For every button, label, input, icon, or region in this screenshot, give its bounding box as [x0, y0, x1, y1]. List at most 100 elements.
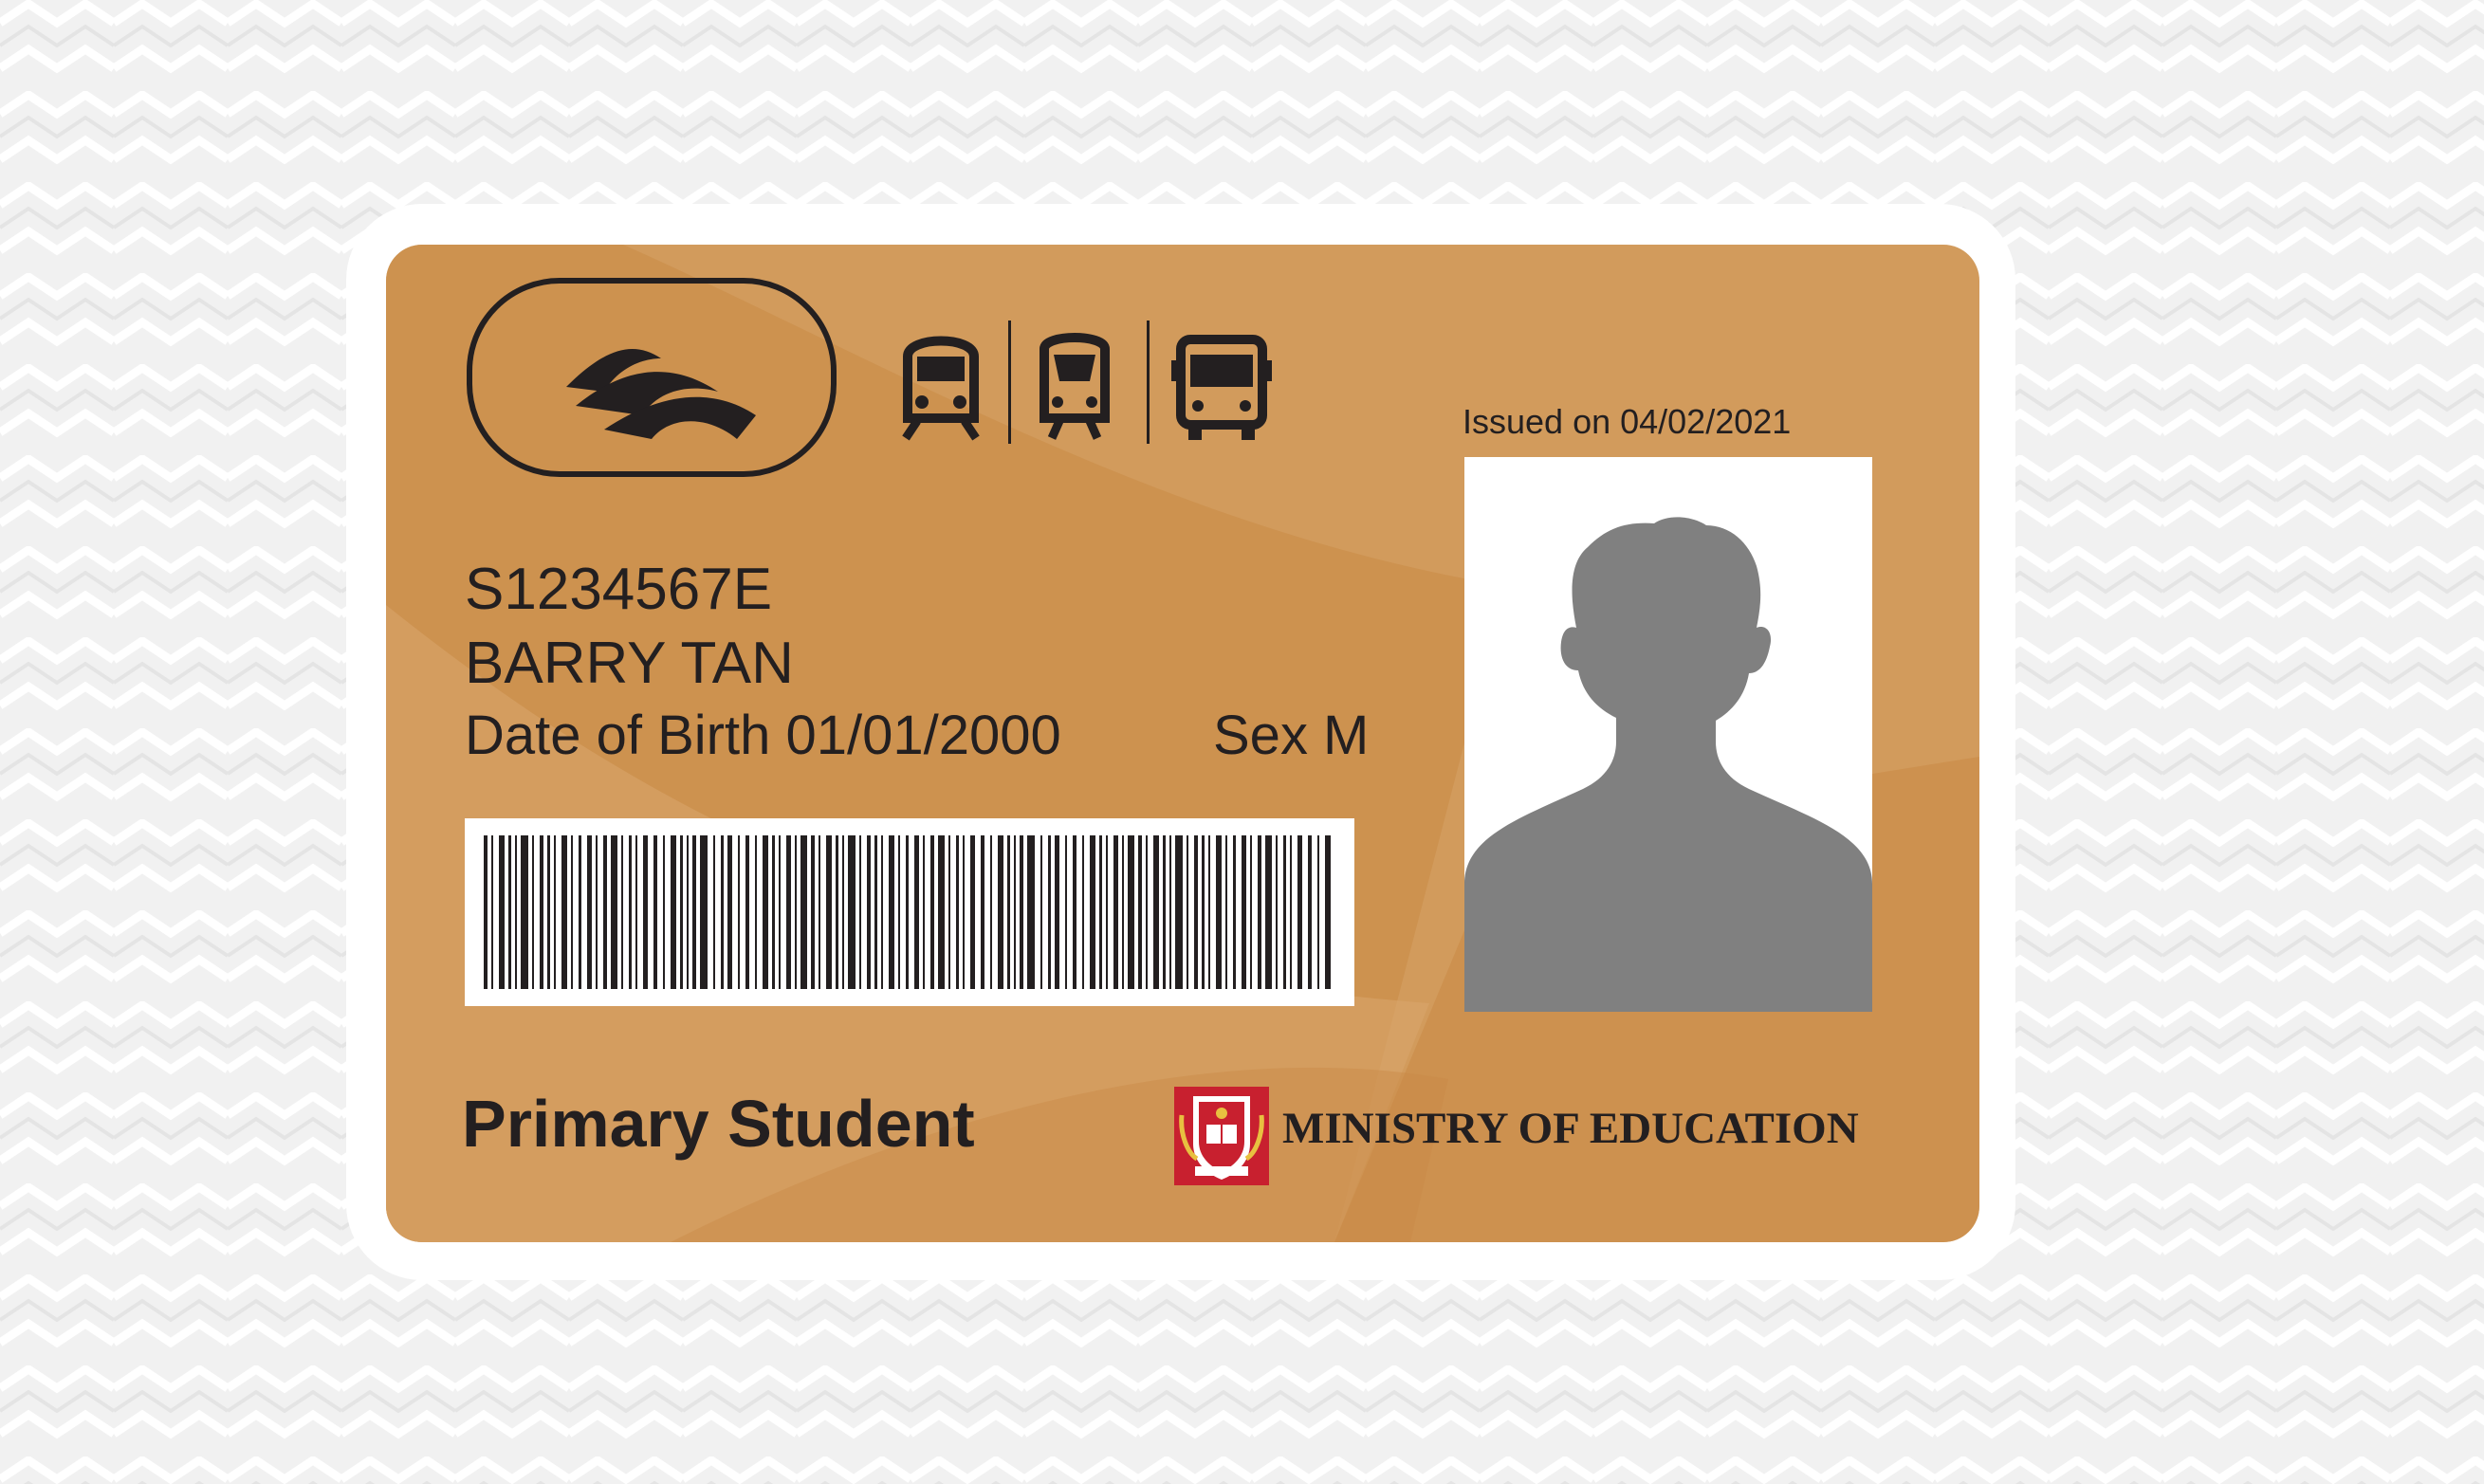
issuer-name: MINISTRY OF EDUCATION [1282, 1104, 1859, 1153]
barcode-bar [881, 835, 883, 989]
barcode-bar [1122, 835, 1124, 989]
barcode-bar [786, 835, 791, 989]
sex-field: Sex M [1213, 705, 1370, 766]
barcode-bar [906, 835, 909, 989]
barcode-bar [1014, 835, 1016, 989]
barcode-bar [1113, 835, 1118, 989]
barcode-bar [745, 835, 749, 989]
person-silhouette-icon [1464, 517, 1872, 1012]
holder-name: BARRY TAN [465, 631, 794, 696]
barcode-bar [795, 835, 797, 989]
barcode-bar [611, 835, 617, 989]
barcode-bar [842, 835, 844, 989]
barcode-bar [680, 835, 683, 989]
barcode-bar [1187, 835, 1188, 989]
date-of-birth: Date of Birth 01/01/2000 [465, 705, 1061, 766]
barcode-bar [970, 835, 975, 989]
barcode-bar [554, 835, 556, 989]
mrt-train-icon [902, 336, 980, 441]
barcode-bar [1020, 835, 1023, 989]
barcode-bar [811, 835, 815, 989]
barcode-bar [874, 835, 877, 989]
barcode-bar [1073, 835, 1076, 989]
barcode-bar [1317, 835, 1319, 989]
issue-date: Issued on 04/02/2021 [1463, 402, 1792, 441]
barcode-bar [848, 835, 856, 989]
barcode-bar [1225, 835, 1227, 989]
barcode-bar [800, 835, 807, 989]
barcode-bar [1048, 835, 1051, 989]
barcode-bar [1290, 835, 1292, 989]
barcode-bar [1250, 835, 1252, 989]
barcode-bar [1276, 835, 1278, 989]
barcode-bar [540, 835, 543, 989]
barcode-bar [1106, 835, 1108, 989]
barcode-bar [1194, 835, 1198, 989]
barcode-bar [1169, 835, 1171, 989]
moe-crest-icon [1174, 1087, 1269, 1185]
barcode-bar [859, 835, 861, 989]
icon-divider [1008, 321, 1011, 444]
barcode-bar [1242, 835, 1246, 989]
barcode-bar [990, 835, 992, 989]
bus-icon [1171, 335, 1272, 440]
barcode-bar [1128, 835, 1134, 989]
barcode-bar [1175, 835, 1183, 989]
concession-card: S1234567E BARRY TAN Date of Birth 01/01/… [386, 245, 1979, 1242]
barcode-bar [727, 835, 732, 989]
barcode-bar [1040, 835, 1042, 989]
barcode-bar [621, 835, 623, 989]
barcode-bar [721, 835, 724, 989]
barcode-bar [700, 835, 708, 989]
barcode-bar [956, 835, 959, 989]
barcode-bar [963, 835, 965, 989]
barcode-bar [629, 835, 632, 989]
lrt-train-icon [1040, 333, 1110, 440]
barcode-bar [603, 835, 607, 989]
barcode-bar [1163, 835, 1166, 989]
barcode-bar [1027, 835, 1035, 989]
barcode-bar [521, 835, 528, 989]
barcode-bar [596, 835, 598, 989]
barcode-bar [930, 835, 934, 989]
transit-logo-icon [467, 278, 837, 477]
barcode-bar [1216, 835, 1222, 989]
barcode-bar [898, 835, 900, 989]
barcode-bar [948, 835, 950, 989]
barcode-bar [1065, 835, 1067, 989]
barcode-bar [635, 835, 637, 989]
barcode [465, 818, 1354, 1006]
barcode-bar [772, 835, 775, 989]
barcode-bar [914, 835, 919, 989]
barcode-bar [738, 835, 740, 989]
barcode-bar [1202, 835, 1205, 989]
barcode-bar [687, 835, 689, 989]
barcode-bar [1138, 835, 1142, 989]
barcode-bar [532, 835, 534, 989]
barcode-bars [484, 835, 1331, 989]
barcode-bar [938, 835, 945, 989]
barcode-bar [1082, 835, 1084, 989]
barcode-bar [819, 835, 820, 989]
barcode-bar [1208, 835, 1210, 989]
id-number: S1234567E [465, 557, 773, 622]
barcode-bar [1265, 835, 1272, 989]
barcode-bar [1297, 835, 1302, 989]
barcode-bar [692, 835, 696, 989]
barcode-bar [1308, 835, 1312, 989]
barcode-bar [663, 835, 665, 989]
icon-divider [1147, 321, 1150, 444]
barcode-bar [981, 835, 984, 989]
barcode-bar [1007, 835, 1010, 989]
barcode-bar [836, 835, 838, 989]
barcode-bar [763, 835, 768, 989]
barcode-bar [1283, 835, 1286, 989]
barcode-bar [1325, 835, 1331, 989]
barcode-bar [1055, 835, 1059, 989]
barcode-bar [998, 835, 1003, 989]
card-category: Primary Student [462, 1087, 975, 1161]
barcode-bar [508, 835, 511, 989]
barcode-bar [779, 835, 781, 989]
barcode-bar [1153, 835, 1159, 989]
barcode-bar [1233, 835, 1236, 989]
